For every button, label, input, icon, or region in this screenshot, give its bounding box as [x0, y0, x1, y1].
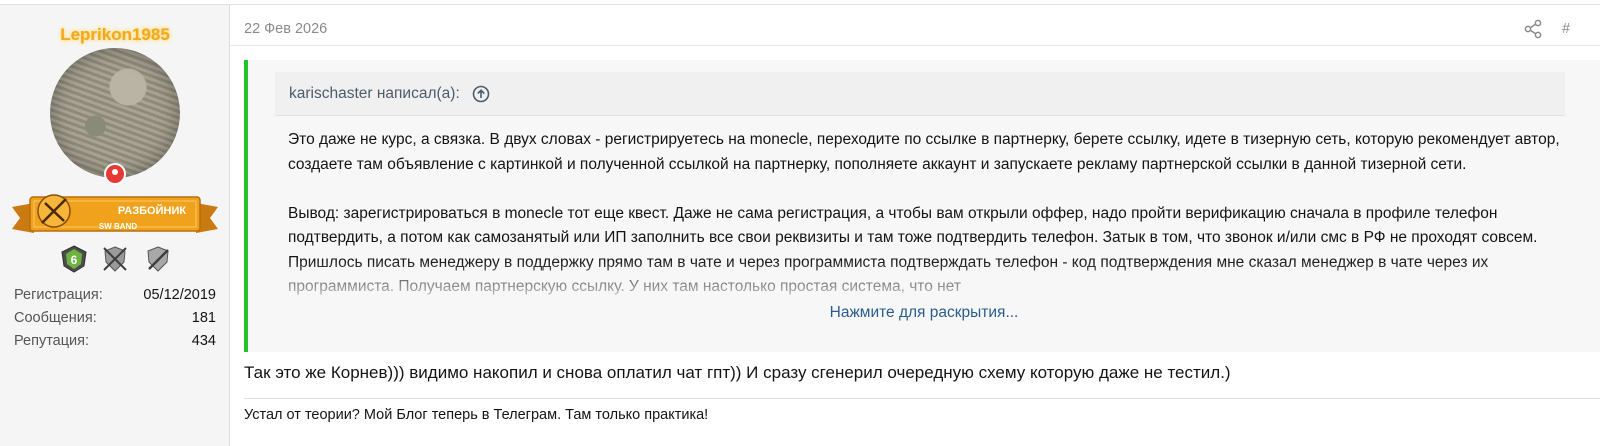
shield-swords-icon[interactable]: [101, 245, 129, 273]
level-badge-icon[interactable]: 6: [60, 245, 88, 273]
share-icon[interactable]: [1523, 19, 1543, 39]
rank-title: РАЗБОЙНИК: [118, 204, 186, 217]
stat-value: 434: [191, 333, 216, 349]
quote-author-line[interactable]: karischaster написал(а):: [275, 72, 1565, 116]
rank-subtitle: SW BAND: [99, 222, 137, 231]
stat-label: Регистрация:: [14, 287, 103, 303]
online-status-icon: [104, 163, 126, 185]
user-signature: Устал от теории? Мой Блог теперь в Телег…: [244, 407, 709, 423]
message-content: 22 Фев 2026 # karischaster написал(а): Э…: [230, 4, 1600, 446]
quote-block: karischaster написал(а): Это даже не кур…: [244, 60, 1600, 352]
signature-divider: [244, 398, 1600, 399]
user-stats: Регистрация: 05/12/2019 Сообщения: 181 Р…: [14, 285, 216, 354]
stat-value: 05/12/2019: [143, 287, 216, 303]
post-permalink[interactable]: #: [1562, 21, 1570, 37]
level-number: 6: [71, 253, 78, 267]
user-info-panel: Leprikon1985 РАЗБОЙНИК SW BAND 6 Регистр…: [0, 4, 230, 446]
post-body-text: Так это же Корнев))) видимо накопил и сн…: [244, 363, 1231, 382]
message-header: 22 Фев 2026 #: [230, 4, 1600, 46]
stat-reputation: Репутация: 434: [14, 331, 216, 354]
post-date-link[interactable]: 22 Фев 2026: [244, 21, 327, 37]
stat-registration: Регистрация: 05/12/2019: [14, 285, 216, 308]
stat-label: Сообщения:: [14, 310, 97, 326]
rank-banner: РАЗБОЙНИК SW BAND: [12, 194, 218, 233]
stat-messages: Сообщения: 181: [14, 308, 216, 331]
expand-quote-link[interactable]: Нажмите для раскрытия...: [248, 304, 1600, 322]
stat-label: Репутация:: [14, 333, 90, 349]
username-link[interactable]: Leprikon1985: [0, 25, 230, 45]
quote-paragraph: Это даже не курс, а связка. В двух слова…: [288, 131, 1560, 173]
shield-sword-icon[interactable]: [144, 245, 172, 273]
user-avatar[interactable]: [50, 48, 180, 178]
stat-value: 181: [191, 310, 216, 326]
arrow-up-circle-icon[interactable]: [472, 85, 490, 103]
trophy-badges: 6: [56, 245, 176, 275]
quote-author-text: karischaster написал(а):: [289, 85, 460, 102]
